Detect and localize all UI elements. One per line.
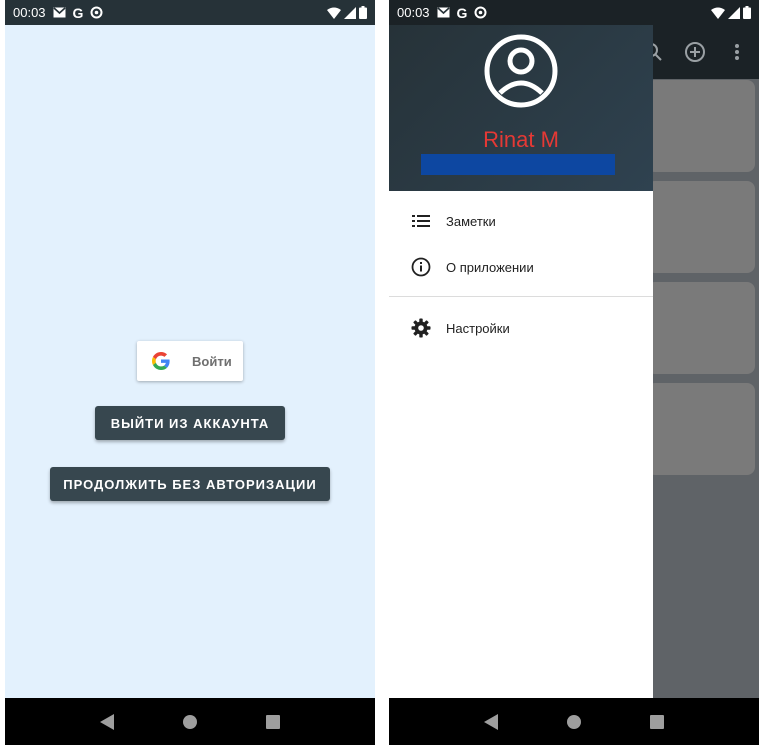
drawer-item-label: Заметки bbox=[446, 213, 496, 229]
account-circle-icon[interactable] bbox=[483, 33, 559, 109]
status-bar: 00:03 G bbox=[389, 0, 759, 25]
battery-icon bbox=[743, 6, 751, 19]
drawer-item-label: О приложении bbox=[446, 259, 534, 275]
gmail-icon bbox=[437, 7, 450, 18]
navigation-bar bbox=[5, 698, 375, 745]
status-time: 00:03 bbox=[13, 5, 46, 20]
google-icon: G bbox=[456, 4, 468, 21]
navigation-bar bbox=[389, 698, 759, 745]
status-time: 00:03 bbox=[397, 5, 430, 20]
status-bar: 00:03 G bbox=[5, 0, 375, 25]
cell-signal-icon bbox=[344, 6, 356, 19]
drawer-item-about[interactable]: О приложении bbox=[389, 245, 653, 289]
recents-icon[interactable] bbox=[258, 707, 288, 737]
drawer-item-label: Настройки bbox=[446, 320, 510, 336]
home-icon[interactable] bbox=[175, 707, 205, 737]
home-icon[interactable] bbox=[559, 707, 589, 737]
login-screen: 00:03 G Войти ВЫЙТИ ИЗ АККАУНТА ПРОДОЛЖИ… bbox=[5, 0, 375, 745]
drawer-item-settings[interactable]: Настройки bbox=[389, 306, 653, 350]
drawer-item-notes[interactable]: Заметки bbox=[389, 199, 653, 243]
user-email-redacted bbox=[421, 154, 615, 175]
drawer-header: Rinat M bbox=[389, 25, 653, 191]
back-icon[interactable] bbox=[92, 707, 122, 737]
wifi-icon bbox=[711, 7, 725, 19]
note-card[interactable] bbox=[647, 80, 755, 172]
note-card[interactable] bbox=[647, 181, 755, 273]
sync-icon bbox=[474, 6, 487, 19]
more-vert-icon[interactable] bbox=[725, 40, 749, 64]
info-icon bbox=[411, 257, 431, 277]
recents-icon[interactable] bbox=[642, 707, 672, 737]
continue-without-auth-button[interactable]: ПРОДОЛЖИТЬ БЕЗ АВТОРИЗАЦИИ bbox=[50, 467, 330, 501]
add-circle-icon[interactable] bbox=[683, 40, 707, 64]
logout-button[interactable]: ВЫЙТИ ИЗ АККАУНТА bbox=[95, 406, 285, 440]
back-icon[interactable] bbox=[476, 707, 506, 737]
gear-icon bbox=[411, 318, 431, 338]
google-sign-in-button[interactable]: Войти bbox=[137, 341, 243, 381]
google-icon: G bbox=[72, 4, 84, 21]
note-card[interactable] bbox=[647, 282, 755, 374]
google-logo-icon bbox=[152, 352, 170, 370]
google-sign-in-label: Войти bbox=[192, 353, 232, 369]
user-name: Rinat M bbox=[483, 127, 559, 152]
gmail-icon bbox=[53, 7, 66, 18]
note-card[interactable] bbox=[647, 383, 755, 475]
wifi-icon bbox=[327, 7, 341, 19]
drawer-divider bbox=[389, 296, 653, 297]
sync-icon bbox=[90, 6, 103, 19]
navigation-drawer: Rinat M Заметки О приложении Настройки bbox=[389, 25, 653, 698]
list-icon bbox=[411, 211, 431, 231]
cell-signal-icon bbox=[728, 6, 740, 19]
drawer-screen: 00:03 G Rinat M Заметки О приложении Нас… bbox=[389, 0, 759, 745]
battery-icon bbox=[359, 6, 367, 19]
